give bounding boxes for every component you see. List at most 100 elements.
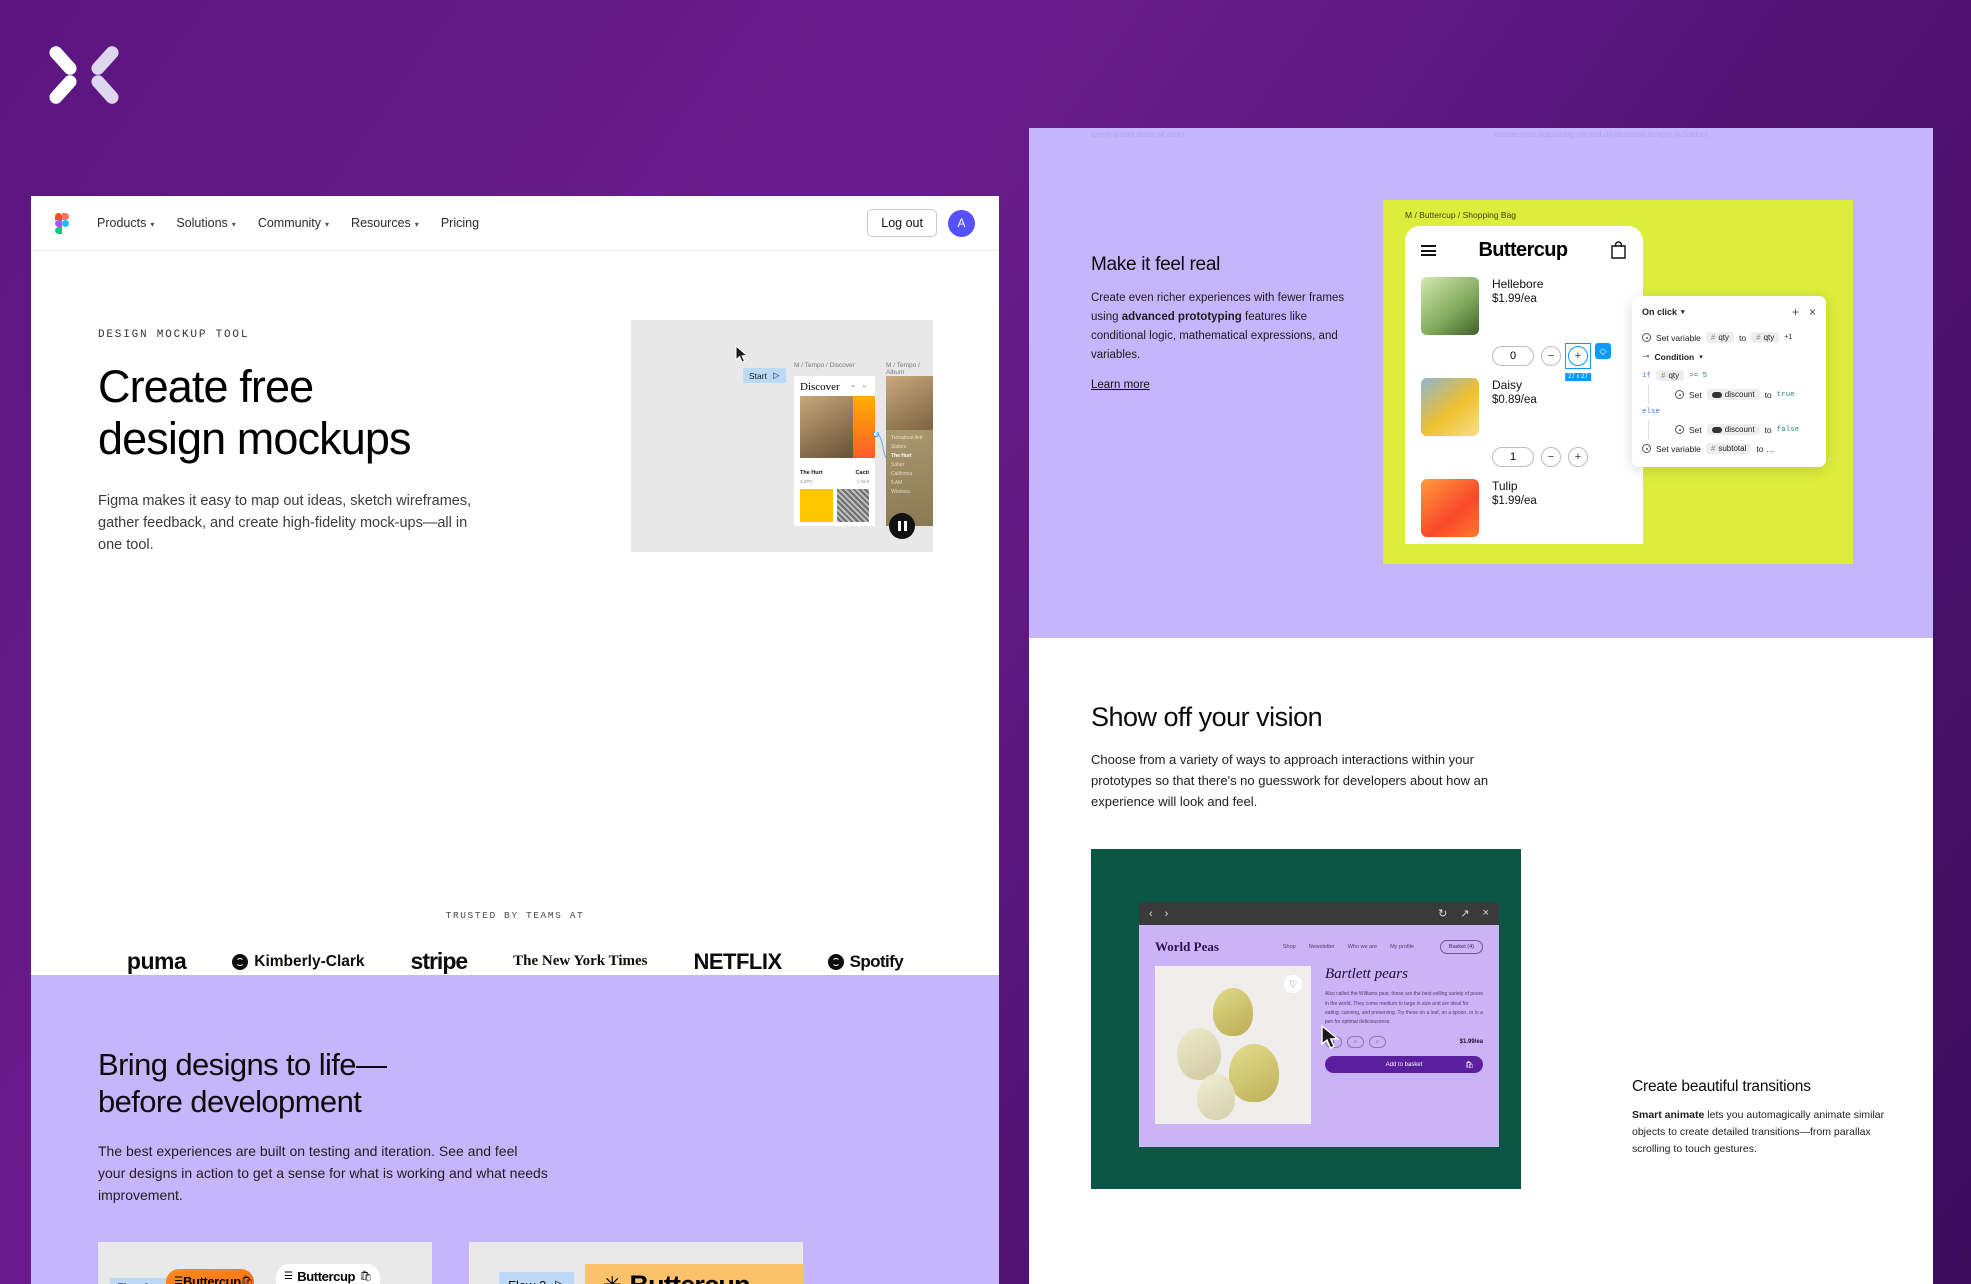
open-external-icon[interactable]: ↗: [1460, 907, 1469, 920]
option-swatch-2[interactable]: ○: [1368, 1036, 1386, 1049]
nav-item-solutions[interactable]: Solutions ▾: [176, 216, 235, 230]
nav-label: Products: [97, 216, 147, 230]
variable-chip-subtotal[interactable]: # subtotal: [1705, 443, 1752, 454]
quantity-value: 0: [1492, 346, 1534, 366]
heart-icon[interactable]: ♡: [1284, 975, 1302, 994]
quantity-decrease-button[interactable]: −: [1541, 346, 1561, 366]
option-swatch-1[interactable]: ○: [1346, 1036, 1364, 1049]
hamburger-icon: ☰: [174, 1276, 183, 1284]
nav-item-pricing[interactable]: Pricing: [441, 216, 479, 230]
partner-logo-row: puma Kimberly-Clark stripe The New York …: [31, 948, 999, 975]
learn-more-link[interactable]: Learn more: [1091, 379, 1150, 391]
chevron-right-icon[interactable]: ›: [1165, 908, 1169, 920]
condition-true-branch: Set discount to true: [1648, 385, 1826, 404]
chevron-down-icon: ▾: [231, 219, 236, 229]
pear-shape: [1197, 1074, 1235, 1121]
prototype-interaction-panel[interactable]: On click ▾ + × Set variable # qty to # qty…: [1632, 296, 1826, 467]
nav-item-products[interactable]: Products ▾: [97, 216, 154, 230]
buttercup-shopping-bag-phone[interactable]: Buttercup Hellebore $1.99/ea 0 − + 27 x …: [1405, 226, 1643, 544]
figma-logo-icon[interactable]: [55, 212, 69, 234]
mid-label: to …: [1756, 443, 1775, 454]
hero-title-line-1: Create free: [98, 361, 314, 412]
quantity-decrease-button[interactable]: −: [1541, 447, 1561, 467]
shopping-bag-mockup-card: M / Buttercup / Shopping Bag Buttercup H…: [1383, 200, 1853, 564]
app-name: Buttercup: [629, 1270, 750, 1284]
section-body: Smart animate lets you automagically ani…: [1632, 1107, 1887, 1157]
variable-chip-discount[interactable]: discount: [1706, 389, 1760, 400]
prototype-preview-player[interactable]: Start ▷ M / Tempo / Discover M / Tempo /…: [631, 320, 933, 552]
flow-badge[interactable]: Flow 2 ▷: [110, 1278, 174, 1284]
close-icon[interactable]: ×: [1483, 907, 1489, 920]
pause-button[interactable]: [889, 513, 915, 539]
plus-icon[interactable]: +: [1792, 305, 1799, 319]
chevron-down-icon[interactable]: ▾: [1681, 308, 1685, 316]
start-flow-badge[interactable]: Start ▷: [743, 368, 786, 383]
item-meta: 1 hs 6: [856, 479, 869, 484]
nav-link-newsletter[interactable]: Newsletter: [1309, 944, 1335, 950]
shopping-bag-icon[interactable]: [1610, 241, 1627, 260]
x-logo: [46, 42, 122, 108]
asterisk-icon: ✳: [603, 1272, 621, 1284]
product-name: Tulip: [1492, 479, 1518, 493]
buttercup-phone-white[interactable]: ☰ Buttercup 🛍 Flora Farms Hellebore $1.9…: [276, 1264, 380, 1284]
variable-chip-qty[interactable]: # qty: [1705, 332, 1735, 343]
chevron-down-icon[interactable]: ▾: [1699, 353, 1703, 361]
quantity-stepper-daisy[interactable]: 1 − +: [1492, 447, 1643, 467]
product-image-pears: ♡: [1155, 966, 1311, 1125]
mid-label: to: [1764, 389, 1772, 400]
nav-link-my-profile[interactable]: My profile: [1390, 944, 1414, 950]
reload-icon[interactable]: ↻: [1438, 907, 1447, 920]
track-item-active: The Hurt: [891, 453, 912, 459]
variable-chip-discount-2[interactable]: discount: [1706, 424, 1760, 435]
tile-grayscale: [836, 489, 869, 522]
album-hero-image: [886, 376, 933, 430]
add-to-basket-button[interactable]: Add to basket 🛍: [1325, 1056, 1483, 1074]
trusted-label: TRUSTED BY TEAMS AT: [445, 910, 585, 921]
panel-header: On click ▾ + ×: [1632, 305, 1826, 328]
close-icon[interactable]: ×: [1809, 305, 1816, 319]
action-row-set-discount-false[interactable]: Set discount to false: [1675, 420, 1826, 439]
suffix-label: +1: [1784, 334, 1793, 341]
prototype-frame-album[interactable]: Turnabout Artt Sisters The Hurt Sober Ca…: [886, 376, 933, 526]
nav-link-who-we-are[interactable]: Who we are: [1348, 944, 1377, 950]
buttercup-phone-orange[interactable]: ☰ Buttercup 🛍 Flora Farms: [166, 1269, 254, 1284]
avatar[interactable]: A: [948, 209, 975, 237]
action-row-condition[interactable]: ⊸ Condition ▾: [1632, 347, 1826, 366]
chip-label: subtotal: [1718, 444, 1747, 453]
logo-kimberly-clark: Kimberly-Clark: [232, 953, 365, 971]
chevron-down-icon: ▾: [414, 219, 419, 229]
quantity-stepper-hellebore[interactable]: 0 − + 27 x 27 ◇: [1492, 343, 1643, 381]
flow-card-2[interactable]: Flow 2 ▷ ✳ Buttercup: [469, 1242, 803, 1284]
value-false: false: [1776, 425, 1800, 434]
basket-button[interactable]: Basket (4): [1439, 940, 1483, 955]
hero-title-line-2: design mockups: [98, 412, 411, 464]
flow-badge[interactable]: Flow 2 ▷: [499, 1272, 575, 1284]
chevron-left-icon[interactable]: ‹: [1149, 908, 1153, 920]
product-name: Hellebore: [1492, 277, 1544, 291]
flow-card-row: Flow 2 ▷ ☰ Buttercup 🛍 Flora Farms: [98, 1242, 999, 1284]
action-row-set-discount-true[interactable]: Set discount to true: [1675, 385, 1826, 404]
quantity-increase-button[interactable]: +: [1568, 447, 1588, 467]
nav-item-community[interactable]: Community ▾: [258, 216, 329, 230]
quantity-increase-button[interactable]: + 27 x 27 ◇: [1565, 343, 1611, 381]
site-nav-links: Shop Newsletter Who we are My profile Ba…: [1283, 940, 1483, 955]
track-item: Sober: [891, 462, 905, 468]
nav-link-shop[interactable]: Shop: [1283, 944, 1296, 950]
prototype-browser-window[interactable]: ‹ › ↻ ↗ × World Peas Shop Newsletter Who…: [1139, 902, 1499, 1148]
variable-chip-qty-3[interactable]: # qty: [1656, 370, 1685, 381]
buttercup-web-mockup[interactable]: ✳ Buttercup: [585, 1264, 803, 1284]
action-row-set-variable-qty[interactable]: Set variable # qty to # qty +1: [1632, 328, 1826, 347]
variable-chip-qty-2[interactable]: # qty: [1751, 332, 1780, 343]
flow-label: Flow 2: [508, 1278, 546, 1284]
nav-item-resources[interactable]: Resources ▾: [351, 216, 419, 230]
action-row-set-subtotal[interactable]: Set variable # subtotal to …: [1632, 439, 1826, 458]
site-name: World Peas: [1155, 939, 1219, 955]
flow-card-1[interactable]: Flow 2 ▷ ☰ Buttercup 🛍 Flora Farms: [98, 1242, 432, 1284]
play-icon: ▷: [555, 1277, 565, 1284]
condition-else-row: else: [1632, 404, 1826, 420]
logout-button[interactable]: Log out: [867, 209, 937, 237]
discover-accent-image: [853, 396, 875, 458]
hamburger-icon[interactable]: [1421, 243, 1436, 259]
prototype-frame-discover[interactable]: Discover ≡ ○ The Hurt 3.1PC Cacti 1 hs 6: [794, 376, 875, 526]
product-title: Bartlett pears: [1325, 966, 1408, 983]
